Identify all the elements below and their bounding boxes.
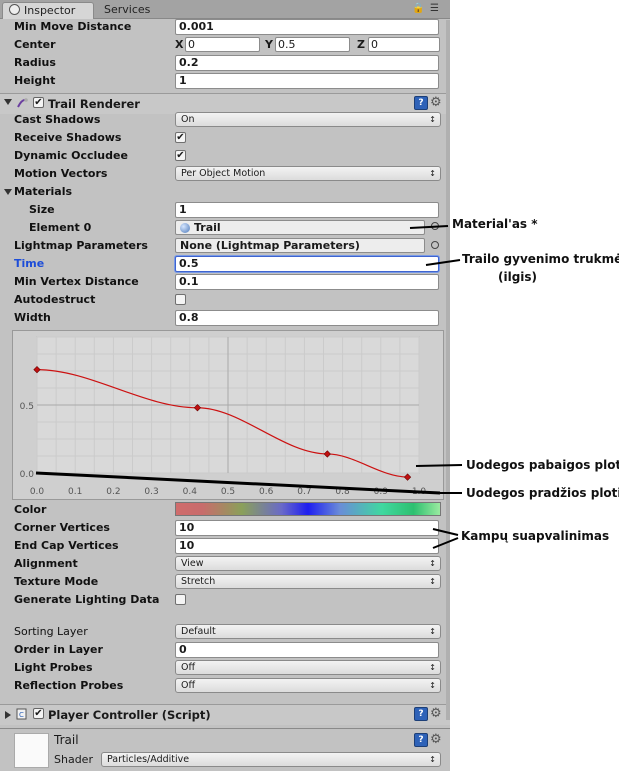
- annotation-time-1: Trailo gyvenimo trukmė: [462, 252, 619, 266]
- annotation-time-2: (ilgis): [498, 270, 538, 284]
- arrow-material: [409, 225, 449, 229]
- annotation-corners: Kampų suapvalinimas: [461, 529, 610, 543]
- arrow-end-cap-vertices: [432, 537, 459, 549]
- arrow-corner-vertices: [432, 528, 459, 536]
- annotation-tail-start: Uodegos pradžios plotis: [466, 486, 619, 500]
- arrow-tail-end: [415, 464, 463, 467]
- annotation-arrows: [35, 225, 463, 549]
- annotation-material: Material'as *: [452, 217, 538, 231]
- annotation-tail-end: Uodegos pabaigos plotis: [466, 458, 619, 472]
- line-tail-start: [35, 471, 441, 495]
- arrow-time: [425, 259, 461, 266]
